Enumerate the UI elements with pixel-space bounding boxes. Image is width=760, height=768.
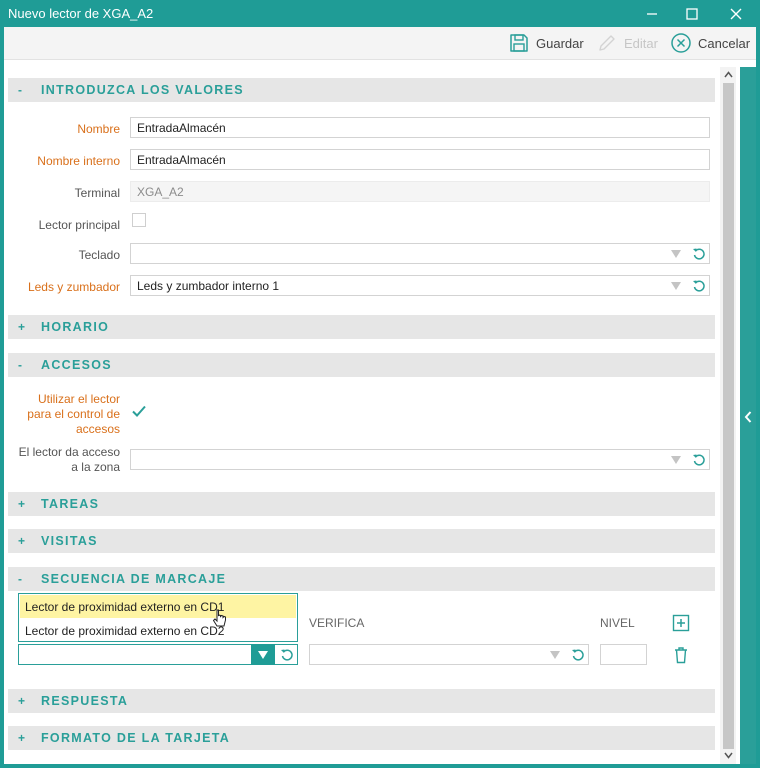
save-button[interactable]: Guardar: [508, 31, 584, 55]
reset-icon[interactable]: [692, 279, 706, 293]
expand-sign: +: [18, 534, 26, 548]
nombre-label: Nombre: [77, 122, 120, 136]
cancel-label: Cancelar: [698, 35, 751, 51]
section-title: TAREAS: [41, 497, 100, 511]
section-title: RESPUESTA: [41, 694, 129, 708]
section-title: SECUENCIA DE MARCAJE: [41, 572, 227, 586]
section-title: INTRODUZCA LOS VALORES: [41, 83, 244, 97]
expand-sign: +: [18, 320, 26, 334]
section-valores-header[interactable]: - INTRODUZCA LOS VALORES: [8, 78, 715, 102]
dropdown-arrow-icon[interactable]: [671, 250, 681, 258]
section-horario-header[interactable]: + HORARIO: [8, 315, 715, 339]
nivel-column-header: NIVEL: [600, 616, 635, 630]
title-bar: Nuevo lector de XGA_A2: [0, 0, 760, 27]
toolbar: Guardar Editar Cancelar: [4, 27, 756, 60]
expand-sign: +: [18, 497, 26, 511]
zona-label: El lector da acceso a la zona: [18, 445, 120, 474]
reset-icon[interactable]: [280, 648, 294, 662]
trash-icon[interactable]: [673, 646, 689, 664]
section-accesos-header[interactable]: - ACCESOS: [8, 353, 715, 377]
nombre-interno-label: Nombre interno: [37, 154, 120, 168]
mouse-cursor-icon: [212, 609, 226, 627]
cancel-button[interactable]: Cancelar: [670, 31, 750, 55]
maximize-button[interactable]: [672, 0, 712, 27]
close-window-button[interactable]: [716, 0, 756, 27]
vertical-scrollbar[interactable]: [720, 67, 736, 764]
zona-select[interactable]: [130, 449, 710, 470]
section-formato-header[interactable]: + FORMATO DE LA TARJETA: [8, 726, 715, 750]
utilizar-lector-label: Utilizar el lector para el control de ac…: [27, 392, 120, 436]
section-tareas-header[interactable]: + TAREAS: [8, 492, 715, 516]
lector-principal-label: Lector principal: [38, 218, 120, 232]
collapse-sign: -: [18, 572, 22, 586]
section-title: VISITAS: [41, 534, 98, 548]
cancel-icon: [671, 33, 691, 53]
minimize-button[interactable]: [632, 0, 672, 27]
dropdown-toggle-button[interactable]: [251, 644, 275, 665]
expand-sign: +: [18, 694, 26, 708]
verifica-column-header: VERIFICA: [309, 616, 365, 630]
section-title: HORARIO: [41, 320, 110, 334]
minimize-icon: [647, 12, 657, 15]
reset-icon[interactable]: [571, 648, 585, 662]
add-row-icon[interactable]: [672, 614, 690, 632]
section-secuencia-header[interactable]: - SECUENCIA DE MARCAJE: [8, 567, 715, 591]
collapse-sign: -: [18, 358, 22, 372]
dropdown-arrow-icon[interactable]: [550, 651, 560, 659]
scroll-up-icon[interactable]: [724, 71, 733, 78]
section-title: FORMATO DE LA TARJETA: [41, 731, 231, 745]
teclado-label: Teclado: [78, 248, 120, 262]
pencil-icon: [599, 35, 615, 51]
expand-sign: +: [18, 731, 26, 745]
nombre-input[interactable]: EntradaAlmacén: [130, 117, 710, 138]
nombre-interno-input[interactable]: EntradaAlmacén: [130, 149, 710, 170]
reset-icon[interactable]: [692, 453, 706, 467]
side-panel-tab[interactable]: [740, 67, 756, 764]
maximize-icon: [686, 7, 698, 20]
teclado-select[interactable]: [130, 243, 710, 264]
section-visitas-header[interactable]: + VISITAS: [8, 529, 715, 553]
lector-secuencia-select[interactable]: [18, 644, 298, 665]
window-content: Guardar Editar Cancelar - INTRODUZCA LOS…: [4, 27, 756, 764]
collapse-sign: -: [18, 83, 22, 97]
leds-select[interactable]: Leds y zumbador interno 1: [130, 275, 710, 296]
window-title: Nuevo lector de XGA_A2: [8, 6, 154, 21]
terminal-input: XGA_A2: [130, 181, 710, 202]
dropdown-arrow-icon: [258, 651, 268, 659]
dropdown-option[interactable]: Lector de proximidad externo en CD1: [20, 595, 296, 618]
edit-button[interactable]: Editar: [596, 31, 658, 55]
section-title: ACCESOS: [41, 358, 112, 372]
leds-label: Leds y zumbador: [27, 280, 120, 294]
lector-dropdown-list: Lector de proximidad externo en CD1 Lect…: [18, 593, 298, 642]
nivel-input[interactable]: [600, 644, 647, 665]
reset-icon[interactable]: [692, 247, 706, 261]
scroll-down-icon[interactable]: [724, 752, 733, 759]
leds-value: Leds y zumbador interno 1: [137, 279, 280, 293]
lector-principal-checkbox[interactable]: [132, 213, 146, 227]
dropdown-arrow-icon[interactable]: [671, 282, 681, 290]
close-icon: [730, 8, 742, 19]
chevron-left-icon: [744, 411, 752, 423]
section-respuesta-header[interactable]: + RESPUESTA: [8, 689, 715, 713]
utilizar-lector-checkbox[interactable]: [131, 403, 147, 419]
scroll-thumb[interactable]: [723, 83, 734, 749]
dropdown-arrow-icon[interactable]: [671, 456, 681, 464]
terminal-label: Terminal: [74, 186, 120, 200]
save-icon: [510, 34, 528, 52]
edit-label: Editar: [624, 35, 658, 51]
save-label: Guardar: [536, 35, 584, 51]
dropdown-option[interactable]: Lector de proximidad externo en CD2: [20, 619, 296, 642]
verifica-select[interactable]: [309, 644, 589, 665]
